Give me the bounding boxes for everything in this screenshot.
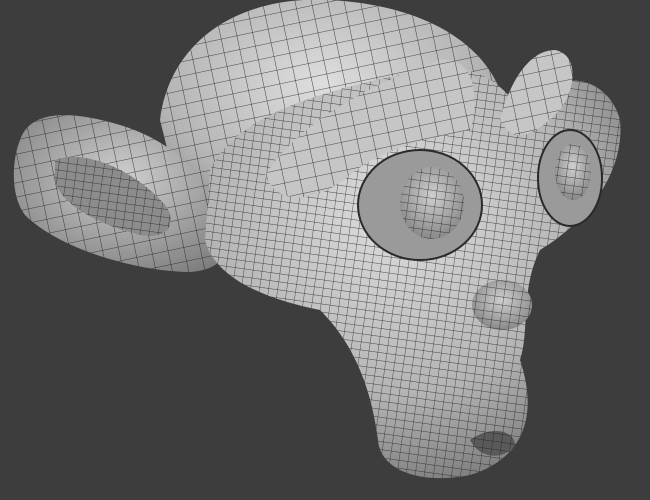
viewport-canvas[interactable] (0, 0, 650, 500)
mesh-eye-right[interactable] (537, 129, 603, 227)
3d-viewport[interactable] (0, 0, 650, 500)
mesh-eye-left[interactable] (357, 149, 483, 261)
mesh-nose[interactable] (472, 280, 532, 330)
